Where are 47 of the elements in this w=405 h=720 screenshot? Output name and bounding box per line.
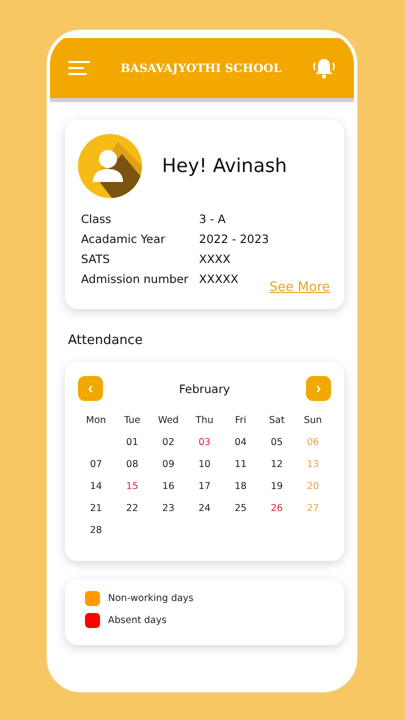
school-title: BASAVAJYOTHI SCHOOL (120, 61, 282, 75)
weekday-label: Fri (234, 415, 248, 426)
calendar-day[interactable]: 10 (186, 459, 223, 470)
weekday-label: Tue (123, 415, 142, 426)
calendar-day[interactable]: 12 (258, 459, 295, 470)
calendar-day[interactable]: 14 (78, 481, 114, 492)
calendar-day[interactable]: 11 (222, 459, 259, 470)
weekday-label: Mon (85, 415, 108, 426)
legend-label: Non-working days (108, 593, 194, 604)
calendar-day[interactable]: 15 (114, 481, 150, 492)
calendar-day[interactable]: 19 (258, 481, 295, 492)
calendar-day[interactable]: 28 (78, 525, 114, 536)
field-label: SATS (81, 252, 111, 266)
calendar-day[interactable]: 05 (258, 437, 295, 448)
field-value: 2022 - 2023 (199, 232, 270, 246)
field-value: XXXXX (199, 272, 240, 286)
calendar-day[interactable]: 25 (222, 503, 259, 514)
section-heading: Attendance (68, 333, 144, 348)
legend-label: Absent days (108, 615, 167, 626)
weekday-label: Sat (268, 415, 286, 426)
calendar-day[interactable]: 16 (150, 481, 186, 492)
calendar-day[interactable]: 22 (114, 503, 150, 514)
calendar-day[interactable]: 23 (150, 503, 186, 514)
field-label: Class (81, 212, 112, 226)
month-title: February (179, 382, 230, 396)
calendar-day[interactable]: 02 (150, 437, 186, 448)
calendar-day[interactable]: 21 (78, 503, 114, 514)
calendar-day[interactable]: 24 (186, 503, 223, 514)
field-label: Admission number (81, 272, 190, 286)
calendar-day[interactable]: 03 (186, 437, 223, 448)
calendar-day[interactable]: 18 (222, 481, 259, 492)
weekday-label: Thu (194, 415, 214, 426)
calendar-day[interactable]: 26 (258, 503, 295, 514)
weekday-label: Wed (156, 415, 180, 426)
greeting: Hey! Avinash (162, 155, 287, 177)
bell-icon[interactable] (312, 57, 336, 79)
calendar-day[interactable]: 01 (114, 437, 150, 448)
calendar-day[interactable]: 07 (78, 459, 114, 470)
calendar-day[interactable]: 04 (222, 437, 259, 448)
field-value: XXXX (199, 252, 232, 266)
menu-icon[interactable] (68, 61, 90, 75)
weekday-label: Sun (302, 415, 323, 426)
field-value: 3 - A (199, 212, 227, 226)
calendar-day[interactable]: 08 (114, 459, 150, 470)
field-label: Acadamic Year (81, 232, 166, 246)
calendar-day[interactable]: 09 (150, 459, 186, 470)
calendar-day[interactable]: 17 (186, 481, 223, 492)
